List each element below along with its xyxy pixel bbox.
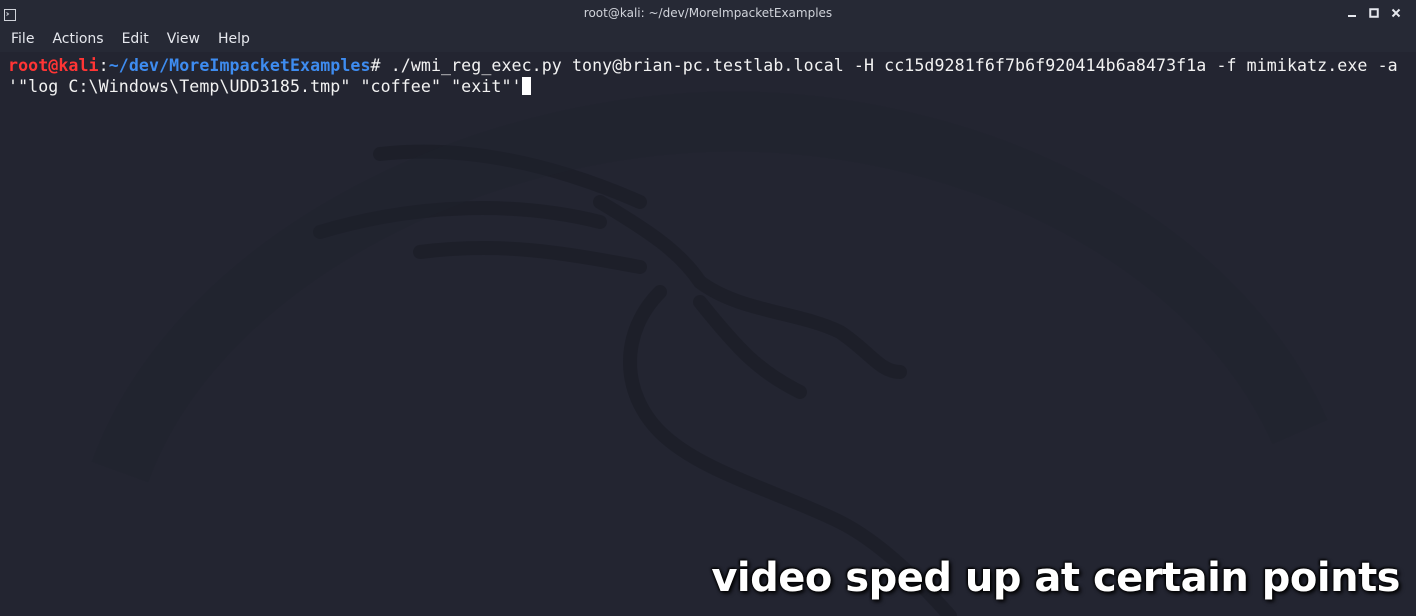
title-bar[interactable]: root@kali: ~/dev/MoreImpacketExamples bbox=[0, 0, 1416, 26]
prompt-user: root@kali bbox=[8, 56, 99, 75]
window-title: root@kali: ~/dev/MoreImpacketExamples bbox=[583, 6, 833, 20]
prompt-symbol: # bbox=[370, 56, 391, 75]
text-cursor bbox=[521, 77, 531, 95]
menu-bar: File Actions Edit View Help bbox=[0, 26, 1416, 52]
command-line-1: ./wmi_reg_exec.py tony@brian-pc.testlab.… bbox=[390, 56, 1398, 75]
kali-dragon-watermark-icon bbox=[91, 91, 1328, 616]
window-controls bbox=[1342, 4, 1406, 22]
prompt-path: ~/dev/MoreImpacketExamples bbox=[108, 56, 371, 75]
menu-help[interactable]: Help bbox=[209, 26, 259, 52]
scrollbar[interactable] bbox=[1408, 52, 1416, 616]
maximize-icon[interactable] bbox=[1364, 4, 1384, 22]
minimize-icon[interactable] bbox=[1342, 4, 1362, 22]
close-icon[interactable] bbox=[1386, 4, 1406, 22]
command-line-2: '"log C:\Windows\Temp\UDD3185.tmp" "coff… bbox=[8, 77, 522, 96]
terminal-output: root@kali:~/dev/MoreImpacketExamples# ./… bbox=[8, 55, 1398, 97]
menu-view[interactable]: View bbox=[158, 26, 209, 52]
menu-actions[interactable]: Actions bbox=[43, 26, 112, 52]
menu-edit[interactable]: Edit bbox=[113, 26, 158, 52]
terminal-area[interactable]: root@kali:~/dev/MoreImpacketExamples# ./… bbox=[0, 52, 1416, 616]
video-caption-overlay: video sped up at certain points bbox=[711, 555, 1400, 601]
menu-file[interactable]: File bbox=[2, 26, 43, 52]
prompt-separator: : bbox=[98, 56, 109, 75]
terminal-window: root@kali: ~/dev/MoreImpacketExamples Fi… bbox=[0, 0, 1416, 616]
